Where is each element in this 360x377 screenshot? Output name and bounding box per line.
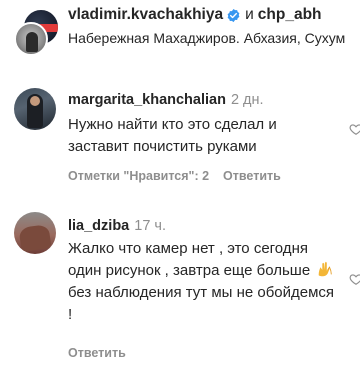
- avatar-vladimir[interactable]: [14, 22, 48, 56]
- comment-actions: Отметки "Нравится": 2 Ответить: [68, 169, 281, 183]
- post-location[interactable]: Набережная Махаджиров. Абхазия, Сухум: [68, 28, 348, 48]
- comment-text-part1: Жалко что камер нет , это сегодня один р…: [68, 240, 315, 279]
- comment-username[interactable]: lia_dziba: [68, 218, 129, 234]
- avatar-figure: [26, 32, 38, 52]
- reply-button[interactable]: Ответить: [68, 346, 126, 360]
- comment-text: Жалко что камер нет , это сегодня один р…: [68, 238, 338, 326]
- likes-count-link[interactable]: Отметки "Нравится": 2: [68, 169, 209, 183]
- heart-icon[interactable]: [349, 122, 360, 136]
- post-authors: vladimir.kvachakhiya и chp_abh: [68, 6, 322, 24]
- heart-icon[interactable]: [349, 272, 360, 286]
- comment-username-line: lia_dziba 17 ч.: [68, 218, 166, 234]
- avatar-face: [30, 96, 40, 106]
- comment-actions: Ответить: [68, 346, 126, 360]
- comment-time: 17 ч.: [134, 218, 166, 234]
- author-link-chp-abh[interactable]: chp_abh: [258, 6, 322, 24]
- comment-text-part2: без наблюдения тут мы не обойдемся !: [68, 284, 335, 323]
- comment-avatar[interactable]: [14, 212, 56, 254]
- avatar-hair: [18, 224, 52, 252]
- collab-avatars[interactable]: [14, 8, 62, 56]
- comment-username-line: margarita_khanchalian 2 дн.: [68, 92, 264, 108]
- raised-hands-emoji-icon: [316, 260, 334, 278]
- comment-text: Нужно найти кто это сделал и заставит по…: [68, 116, 277, 155]
- author-link-vladimir[interactable]: vladimir.kvachakhiya: [68, 6, 223, 24]
- comment-time: 2 дн.: [230, 92, 264, 108]
- comment-avatar[interactable]: [14, 88, 56, 130]
- verified-badge-icon: [227, 8, 240, 22]
- authors-conjunction: и: [245, 6, 254, 23]
- reply-button[interactable]: Ответить: [223, 169, 281, 183]
- post-header: vladimir.kvachakhiya и chp_abh Набережна…: [0, 0, 360, 78]
- comment-item: lia_dziba 17 ч. Жалко что камер нет , это…: [0, 212, 360, 372]
- comment-username[interactable]: margarita_khanchalian: [68, 92, 226, 108]
- comment-item: margarita_khanchalian 2 дн. Нужно найти к…: [0, 84, 360, 204]
